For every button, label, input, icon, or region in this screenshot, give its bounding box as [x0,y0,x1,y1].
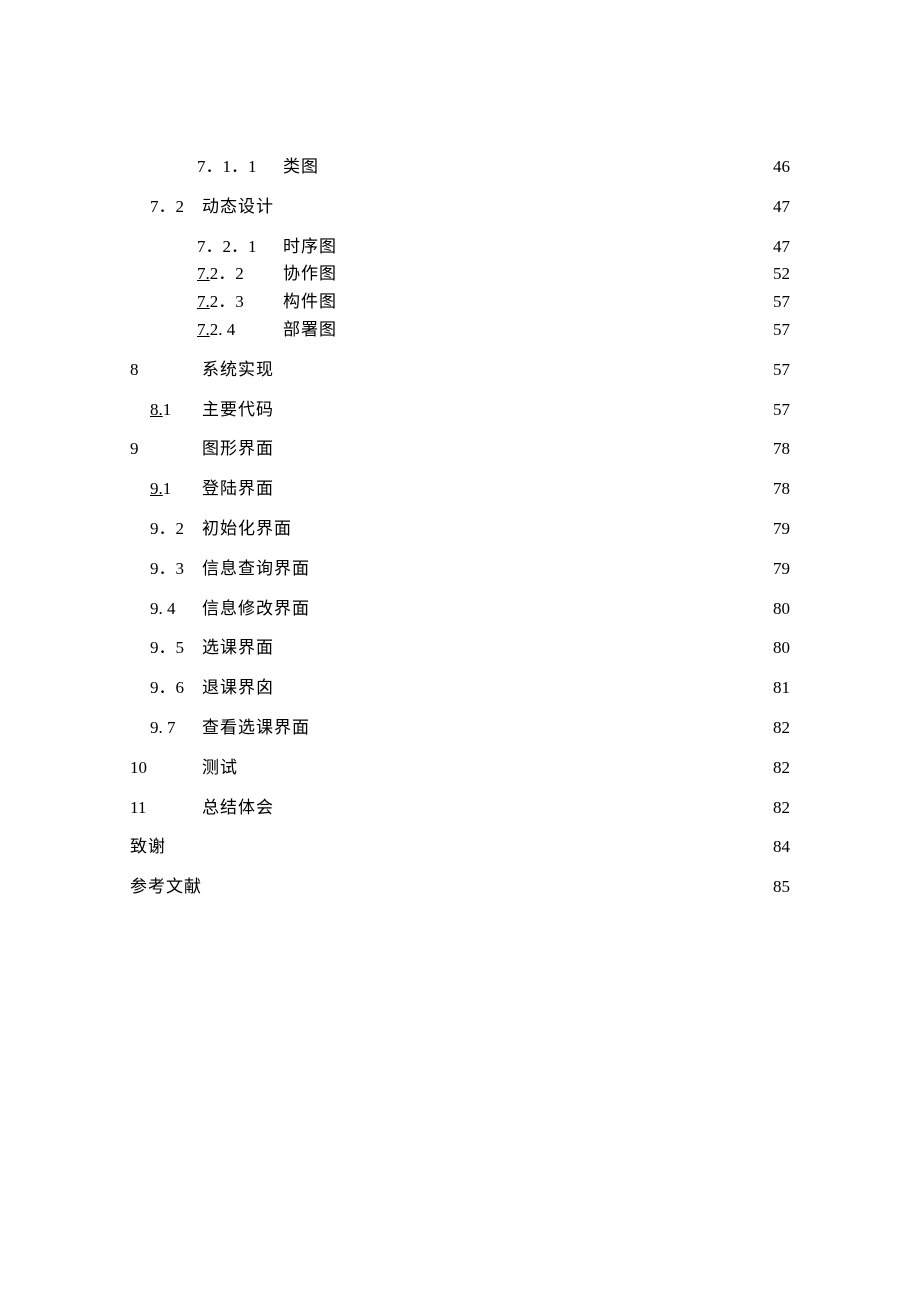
toc-entry-page: 82 [773,756,790,780]
toc-entry-title: 退课界囟 [202,676,274,700]
toc-entry: 参考文献 85 [130,875,790,899]
toc-entry-title: 图形界面 [202,437,274,461]
toc-entry: 8系统实现 57 [130,358,790,382]
toc-entry-number: 7.2. 4 [197,318,283,342]
toc-entry-page: 52 [773,262,790,286]
toc-entry-title: 总结体会 [202,796,274,820]
toc-entry: 9. 4信息修改界面 80 [130,597,790,621]
toc-entry: 7．1．1类图 46 [130,155,790,179]
toc-entry-number: 10 [130,756,202,780]
toc-entry-page: 82 [773,716,790,740]
toc-entry-title: 系统实现 [202,358,274,382]
toc-entry-page: 79 [773,557,790,581]
toc-entry-page: 80 [773,597,790,621]
toc-entry-page: 78 [773,437,790,461]
toc-entry-page: 57 [773,398,790,422]
toc-entry-title: 初始化界面 [202,517,292,541]
toc-entry: 7．2．1时序图 47 [130,235,790,259]
toc-entry-number: 9.1 [150,477,202,501]
toc-entry: 致谢 84 [130,835,790,859]
toc-entry-page: 80 [773,636,790,660]
toc-entry: 9．5选课界面 80 [130,636,790,660]
toc-entry-number: 9．5 [150,636,202,660]
toc-entry-number: 9．3 [150,557,202,581]
toc-entry-page: 82 [773,796,790,820]
toc-entry-title: 主要代码 [202,398,274,422]
toc-entry-number: 9 [130,437,202,461]
toc-entry-page: 84 [773,835,790,859]
toc-entry-title: 查看选课界面 [202,716,310,740]
toc-entry-number: 7.2．2 [197,262,283,286]
toc-entry-title: 参考文献 [130,875,202,899]
toc-entry: 9．2初始化界面 79 [130,517,790,541]
toc-entry-number: 7．2．1 [197,235,283,259]
toc-entry-page: 78 [773,477,790,501]
toc-entry-page: 81 [773,676,790,700]
toc-entry-title: 登陆界面 [202,477,274,501]
toc-entry-page: 47 [773,195,790,219]
toc-entry: 9.1登陆界面 78 [130,477,790,501]
toc-entry-page: 57 [773,358,790,382]
toc-entry-title: 测试 [202,756,238,780]
toc-entry-title: 致谢 [130,835,166,859]
toc-entry: 9. 7查看选课界面 82 [130,716,790,740]
toc-entry-page: 79 [773,517,790,541]
toc-entry-page: 57 [773,318,790,342]
toc-entry: 7．2动态设计 47 [130,195,790,219]
toc-entry: 9．6退课界囟 81 [130,676,790,700]
toc-entry-title: 时序图 [283,235,337,259]
toc-entry-number: 9．2 [150,517,202,541]
toc-entry-title: 信息查询界面 [202,557,310,581]
toc-entry-number: 9. 4 [150,597,202,621]
toc-entry-title: 动态设计 [202,195,274,219]
toc-entry: 8.1主要代码 57 [130,398,790,422]
table-of-contents: 7．1．1类图467．2动态设计 477．2．1时序图477.2．2协作图527… [130,155,790,899]
toc-entry-page: 47 [773,235,790,259]
toc-entry-page: 46 [773,155,790,179]
toc-entry: 7.2．3构件图 57 [130,290,790,314]
toc-entry-number: 8.1 [150,398,202,422]
toc-entry: 7.2. 4部署图 57 [130,318,790,342]
toc-entry-title: 部署图 [283,318,337,342]
toc-entry: 9．3信息查询界面 79 [130,557,790,581]
toc-entry-number: 8 [130,358,202,382]
toc-entry-number: 11 [130,796,202,820]
toc-entry-number: 9．6 [150,676,202,700]
toc-entry-number: 7．1．1 [197,155,283,179]
toc-entry: 9图形界面 78 [130,437,790,461]
toc-entry-number: 9. 7 [150,716,202,740]
toc-entry-title: 构件图 [283,290,337,314]
toc-entry-number: 7.2．3 [197,290,283,314]
toc-entry-page: 57 [773,290,790,314]
toc-entry-title: 类图 [283,155,319,179]
toc-entry-page: 85 [773,875,790,899]
toc-entry-title: 协作图 [283,262,337,286]
toc-entry-title: 信息修改界面 [202,597,310,621]
toc-entry: 7.2．2协作图 52 [130,262,790,286]
toc-entry-number: 7．2 [150,195,202,219]
toc-entry-title: 选课界面 [202,636,274,660]
toc-entry: 10测试 82 [130,756,790,780]
toc-entry: 11总结体会 82 [130,796,790,820]
